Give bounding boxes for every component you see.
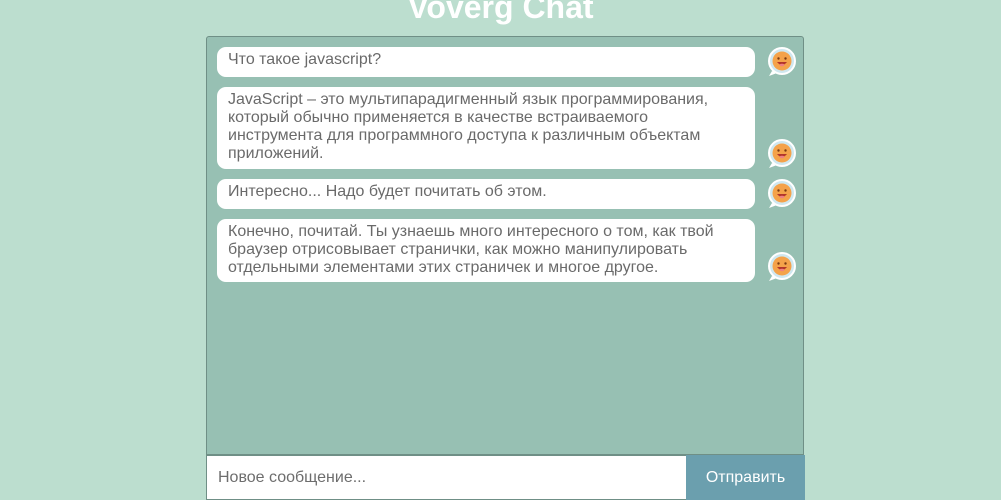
message-row: JavaScript – это мультипарадигменный язы… [217,87,797,169]
message-input[interactable] [206,455,686,500]
message-bubble: Что такое javascript? [217,47,755,77]
message-bubble: Интересно... Надо будет почитать об этом… [217,179,755,209]
message-row: Что такое javascript? [217,47,797,77]
send-button[interactable]: Отправить [686,455,805,500]
message-bubble: JavaScript – это мультипарадигменный язы… [217,87,755,169]
chat-messages-panel[interactable]: Что такое javascript? JavaScript – это м… [206,36,804,455]
smiley-face-icon [767,179,797,209]
message-row: Интересно... Надо будет почитать об этом… [217,179,797,209]
app-title: Voverg Chat [407,0,594,25]
message-bubble: Конечно, почитай. Ты узнаешь много интер… [217,219,755,282]
message-composer: Отправить [206,455,805,500]
smiley-face-icon [767,47,797,77]
smiley-face-icon [767,252,797,282]
message-row: Конечно, почитай. Ты узнаешь много интер… [217,219,797,282]
smiley-face-icon [767,139,797,169]
